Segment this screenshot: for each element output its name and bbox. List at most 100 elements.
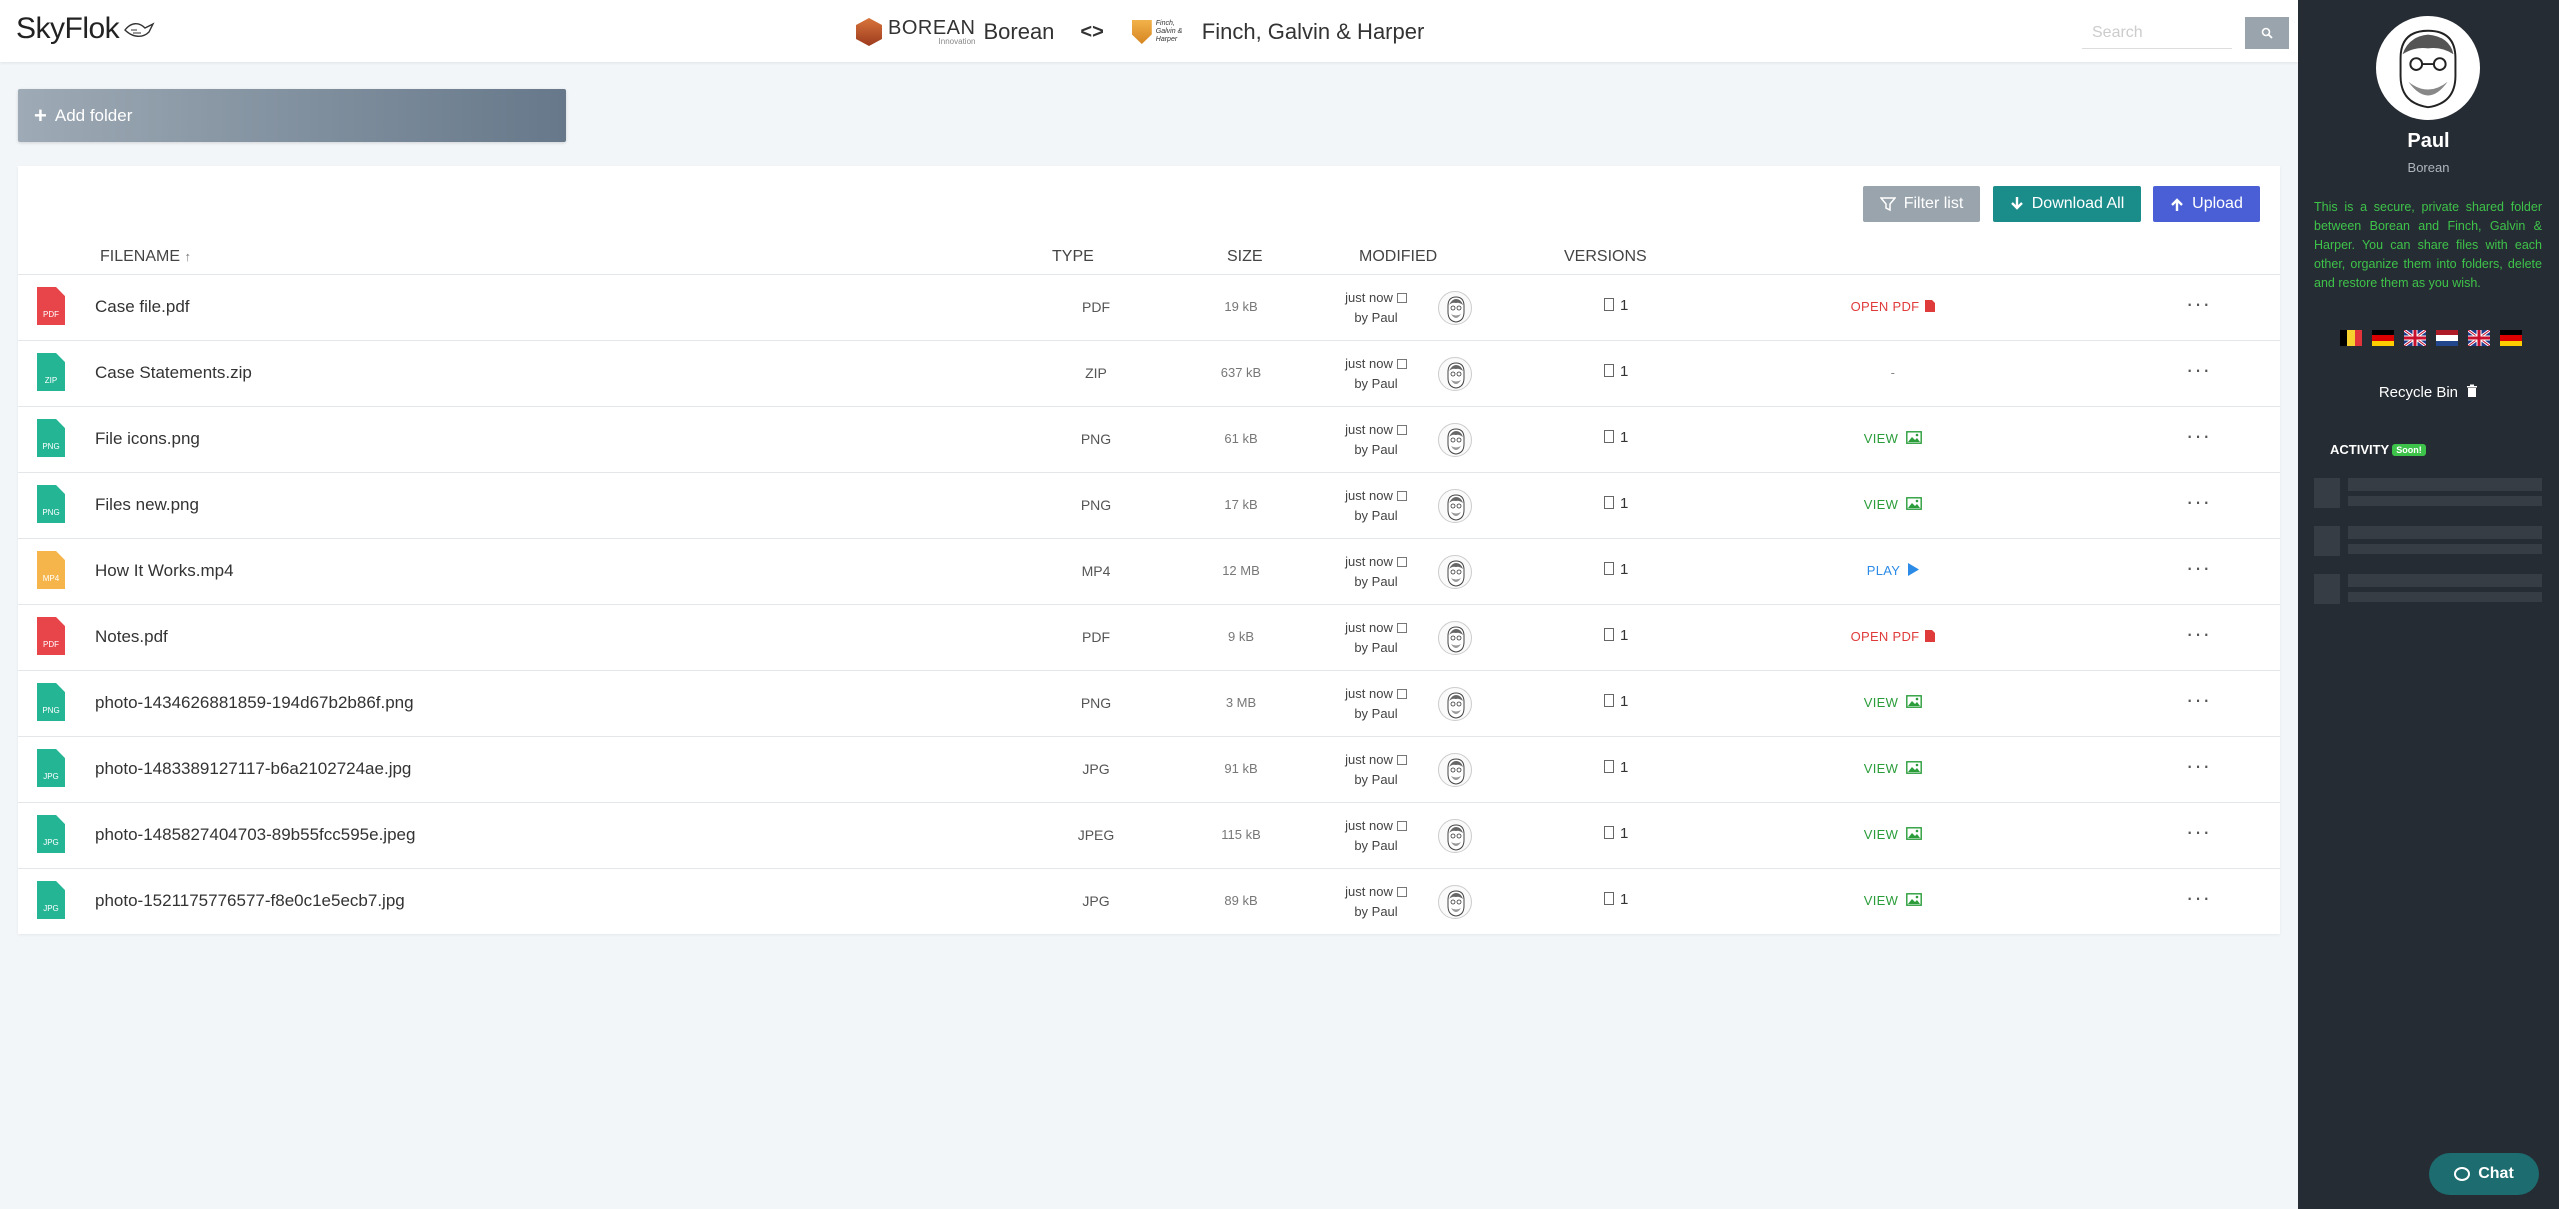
calendar-icon	[1396, 557, 1407, 567]
file-name[interactable]: File icons.png	[95, 429, 200, 449]
file-name[interactable]: photo-1521175776577-f8e0c1e5ecb7.jpg	[95, 891, 405, 911]
file-action-view[interactable]: VIEW	[1778, 761, 2008, 776]
table-row[interactable]: JPG photo-1483389127117-b6a2102724ae.jpg…	[18, 736, 2280, 802]
party1-name: Borean	[983, 19, 1055, 44]
file-name[interactable]: Case file.pdf	[95, 297, 190, 317]
file-type-icon: JPG	[37, 749, 65, 787]
versions-icon	[1604, 562, 1614, 575]
file-versions[interactable]: 1	[1604, 627, 1628, 644]
file-versions[interactable]: 1	[1604, 429, 1628, 446]
calendar-icon	[1396, 821, 1407, 831]
more-options-icon[interactable]: ···	[2186, 819, 2211, 845]
file-type-icon: JPG	[37, 881, 65, 919]
file-list-panel: Filter list Download All Upload FILENAME…	[18, 166, 2280, 934]
versions-icon	[1604, 892, 1614, 905]
file-action-play[interactable]: PLAY	[1778, 563, 2008, 578]
file-type: PDF	[1082, 299, 1110, 315]
file-action-pdf[interactable]: OPEN PDF	[1778, 299, 2008, 314]
file-name[interactable]: Files new.png	[95, 495, 199, 515]
upload-button[interactable]: Upload	[2153, 186, 2260, 222]
search-input[interactable]	[2082, 17, 2232, 49]
modifier-avatar	[1438, 555, 1472, 589]
file-action-view[interactable]: VIEW	[1778, 893, 2008, 908]
column-modified[interactable]: MODIFIED	[1359, 248, 1437, 266]
table-row[interactable]: PNG Files new.png PNG 17 kB just now by …	[18, 472, 2280, 538]
file-modified: just now by Paul	[1336, 684, 1416, 724]
chat-button[interactable]: Chat	[2429, 1153, 2539, 1195]
more-options-icon[interactable]: ···	[2186, 423, 2211, 449]
table-row[interactable]: PDF Notes.pdf PDF 9 kB just now by Paul …	[18, 604, 2280, 670]
versions-icon	[1604, 694, 1614, 707]
file-name[interactable]: photo-1483389127117-b6a2102724ae.jpg	[95, 759, 411, 779]
column-size[interactable]: SIZE	[1227, 248, 1263, 266]
filter-list-button[interactable]: Filter list	[1863, 186, 1980, 222]
flag-gb-icon[interactable]	[2404, 330, 2426, 346]
more-options-icon[interactable]: ···	[2186, 621, 2211, 647]
table-row[interactable]: JPG photo-1485827404703-89b55fcc595e.jpe…	[18, 802, 2280, 868]
download-all-button[interactable]: Download All	[1993, 186, 2141, 222]
file-versions[interactable]: 1	[1604, 561, 1628, 578]
file-versions[interactable]: 1	[1604, 363, 1628, 380]
play-icon	[1908, 563, 1920, 576]
file-versions[interactable]: 1	[1604, 825, 1628, 842]
more-options-icon[interactable]: ···	[2186, 291, 2211, 317]
file-action-view[interactable]: VIEW	[1778, 497, 2008, 512]
upload-icon	[2171, 198, 2183, 211]
table-row[interactable]: ZIP Case Statements.zip ZIP 637 kB just …	[18, 340, 2280, 406]
recycle-bin-link[interactable]: Recycle Bin	[2298, 384, 2559, 401]
more-options-icon[interactable]: ···	[2186, 885, 2211, 911]
file-modified: just now by Paul	[1336, 882, 1416, 922]
file-action-view[interactable]: VIEW	[1778, 827, 2008, 842]
skyflok-logo[interactable]: SkyFlok	[16, 12, 155, 46]
more-options-icon[interactable]: ···	[2186, 357, 2211, 383]
add-folder-label: Add folder	[54, 105, 133, 125]
file-type-icon: PNG	[37, 419, 65, 457]
more-options-icon[interactable]: ···	[2186, 687, 2211, 713]
calendar-icon	[1396, 887, 1407, 897]
table-row[interactable]: PNG photo-1434626881859-194d67b2b86f.png…	[18, 670, 2280, 736]
flag-be-icon[interactable]	[2340, 330, 2362, 346]
user-avatar[interactable]	[2376, 16, 2480, 120]
file-modified: just now by Paul	[1336, 816, 1416, 856]
filter-icon	[1879, 197, 1896, 212]
file-versions[interactable]: 1	[1604, 759, 1628, 776]
file-name[interactable]: Case Statements.zip	[95, 363, 252, 383]
add-folder-button[interactable]: + Add folder	[18, 89, 566, 142]
file-versions[interactable]: 1	[1604, 297, 1628, 314]
more-options-icon[interactable]: ···	[2186, 753, 2211, 779]
file-name[interactable]: photo-1434626881859-194d67b2b86f.png	[95, 693, 414, 713]
table-row[interactable]: MP4 How It Works.mp4 MP4 12 MB just now …	[18, 538, 2280, 604]
more-options-icon[interactable]: ···	[2186, 555, 2211, 581]
more-options-icon[interactable]: ···	[2186, 489, 2211, 515]
file-versions[interactable]: 1	[1604, 495, 1628, 512]
file-name[interactable]: photo-1485827404703-89b55fcc595e.jpeg	[95, 825, 415, 845]
file-size: 3 MB	[1225, 695, 1257, 710]
table-header: FILENAME ↑ TYPE SIZE MODIFIED VERSIONS	[18, 244, 2280, 274]
file-action-view[interactable]: VIEW	[1778, 431, 2008, 446]
flag-de-icon[interactable]	[2372, 330, 2394, 346]
table-row[interactable]: PDF Case file.pdf PDF 19 kB just now by …	[18, 274, 2280, 340]
file-action-none: -	[1890, 365, 1896, 380]
table-row[interactable]: JPG photo-1521175776577-f8e0c1e5ecb7.jpg…	[18, 868, 2280, 934]
file-versions[interactable]: 1	[1604, 693, 1628, 710]
file-action-pdf[interactable]: OPEN PDF	[1778, 629, 2008, 644]
column-filename[interactable]: FILENAME ↑	[100, 248, 191, 266]
file-name[interactable]: Notes.pdf	[95, 627, 168, 647]
column-versions[interactable]: VERSIONS	[1564, 248, 1647, 266]
activity-placeholder	[2314, 526, 2542, 556]
flag-nl-icon[interactable]	[2436, 330, 2458, 346]
file-action-view[interactable]: VIEW	[1778, 695, 2008, 710]
bird-icon	[124, 22, 155, 37]
modifier-avatar	[1438, 621, 1472, 655]
column-type[interactable]: TYPE	[1052, 248, 1094, 266]
search-button[interactable]	[2245, 17, 2289, 49]
flag-gb-icon[interactable]	[2468, 330, 2490, 346]
search-icon	[2261, 27, 2273, 39]
file-versions[interactable]: 1	[1604, 891, 1628, 908]
table-row[interactable]: PNG File icons.png PNG 61 kB just now by…	[18, 406, 2280, 472]
flag-de-icon[interactable]	[2500, 330, 2522, 346]
file-size: 12 MB	[1222, 563, 1260, 578]
file-name[interactable]: How It Works.mp4	[95, 561, 234, 581]
file-modified: just now by Paul	[1336, 750, 1416, 790]
modifier-avatar	[1438, 291, 1472, 325]
